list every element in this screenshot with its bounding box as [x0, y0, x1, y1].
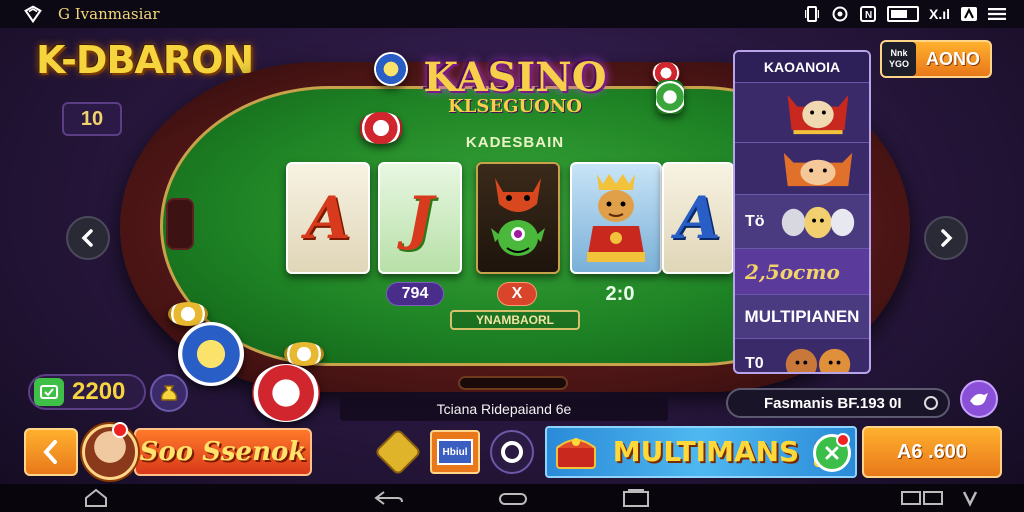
chip-icon: [374, 52, 408, 86]
menu-icon[interactable]: [988, 5, 1006, 23]
social-button[interactable]: [960, 380, 998, 418]
ring-icon: [501, 441, 523, 463]
status-field-text: Fasmanis BF.193 0I: [764, 394, 902, 412]
gem-icon: [376, 430, 420, 474]
promo-banner[interactable]: MULTIMANS: [545, 426, 857, 478]
reel-1[interactable]: A: [286, 162, 370, 274]
promo-close-button[interactable]: [813, 433, 851, 472]
game-title: KASINO: [423, 54, 607, 101]
reel-5[interactable]: A: [662, 162, 734, 274]
lobby-button[interactable]: [490, 430, 534, 474]
chevron-left-icon: [43, 440, 57, 464]
app-icon: [960, 5, 978, 23]
bear-pair-icon: [785, 348, 851, 372]
table-card-slot: [166, 198, 194, 250]
chip-icon: [360, 112, 402, 144]
panel-header: KAOANOIA: [735, 52, 869, 82]
ticket-button[interactable]: Hbiul: [430, 430, 480, 474]
add-coins-tag: Nnk YGO: [882, 42, 916, 76]
recents-icon[interactable]: [622, 488, 650, 512]
level-badge: 10: [62, 102, 122, 136]
back-button[interactable]: [24, 428, 78, 476]
ticket-icon: Hbiul: [437, 439, 473, 465]
reel-symbol: A: [305, 184, 351, 252]
status-bar: G Ivanmasiar N X.ıl: [0, 0, 1024, 28]
signal-icon: X.ıl: [928, 6, 950, 22]
home-nav-icon[interactable]: [498, 488, 528, 512]
system-nav-bar: [0, 484, 1024, 512]
notification-badge: [836, 433, 850, 447]
home-icon[interactable]: [84, 488, 108, 512]
vibrate-icon: [803, 5, 821, 23]
keyboard-icon[interactable]: [900, 488, 944, 512]
paytable-row-label: T0: [745, 354, 764, 372]
bet-value-pill: 794: [386, 282, 444, 306]
back-nav-icon[interactable]: [374, 488, 404, 512]
status-field[interactable]: Fasmanis BF.193 0I: [726, 388, 950, 418]
logo-icon: [24, 5, 42, 24]
lion-king-icon: [587, 174, 645, 262]
promo-title: MULTIMANS: [612, 435, 800, 468]
chevron-right-icon: [941, 229, 953, 247]
svg-text:N: N: [865, 10, 872, 21]
add-coins-button[interactable]: Nnk YGO AONO: [880, 40, 992, 78]
chip-icon: [284, 342, 324, 366]
info-strip: Tciana Ridepaiand 6e: [340, 397, 668, 421]
game-logo: K-DBARON: [36, 38, 254, 82]
paytable-row[interactable]: 2,5ocmo: [735, 248, 869, 294]
dropdown-icon[interactable]: [962, 488, 978, 512]
chip-icon: [252, 364, 320, 422]
chip-icon: [178, 322, 244, 386]
reel-symbol: J: [406, 184, 434, 252]
paytable-row[interactable]: T0: [735, 338, 869, 372]
paytable-panel: KAOANOIA Tö 2,5ocmo MULTIPIANEN T0: [733, 50, 871, 374]
add-coins-label: AONO: [926, 48, 980, 69]
fox-goblin-icon: [491, 178, 545, 256]
bet-button[interactable]: A6 .600: [862, 426, 1002, 478]
fox-pair-icon: [783, 152, 853, 187]
coin-bag-icon: [160, 385, 178, 401]
info-icon: [924, 396, 938, 410]
treasure-chest-icon: [555, 438, 596, 469]
previous-table-button[interactable]: [66, 216, 110, 260]
spin-button[interactable]: Soo Ssenok: [134, 428, 312, 476]
gem-button[interactable]: [376, 430, 420, 474]
bird-icon: [970, 393, 988, 406]
reel-2[interactable]: J: [378, 162, 462, 274]
chevron-left-icon: [81, 229, 93, 247]
alarm-icon: [831, 5, 849, 23]
paytable-row[interactable]: [735, 82, 869, 142]
next-table-button[interactable]: [924, 216, 968, 260]
nfc-icon: N: [859, 5, 877, 23]
devil-cat-icon: [787, 94, 849, 135]
multiplier-pill[interactable]: X: [497, 282, 537, 306]
table-chip-tray: [458, 376, 568, 390]
paytable-row[interactable]: [735, 142, 869, 194]
paytable-row[interactable]: Tö: [735, 194, 869, 248]
felt-banner: YNAMBAORL: [450, 310, 580, 330]
balance-value: 2200: [72, 378, 126, 405]
paytable-row[interactable]: MULTIPIANEN: [735, 294, 869, 338]
reel-4[interactable]: [570, 162, 662, 274]
app-name: G Ivanmasiar: [58, 5, 160, 23]
felt-label: KADESBAIN: [465, 134, 565, 151]
pup-trio-icon: [781, 206, 855, 239]
reel-3[interactable]: [476, 162, 560, 274]
shop-button[interactable]: [150, 374, 188, 412]
reel-symbol: A: [675, 184, 721, 252]
game-subtitle: KLSEGUONO: [448, 96, 582, 117]
chip-icon: [656, 80, 684, 114]
notification-badge: [112, 422, 128, 438]
battery-icon: [886, 6, 919, 22]
coin-balance: 2200: [28, 374, 146, 410]
avatar[interactable]: [82, 424, 138, 480]
close-icon: [825, 446, 839, 460]
score-label: 2:0: [605, 282, 635, 305]
paytable-row-label: Tö: [745, 212, 765, 230]
coin-icon: [34, 378, 64, 406]
